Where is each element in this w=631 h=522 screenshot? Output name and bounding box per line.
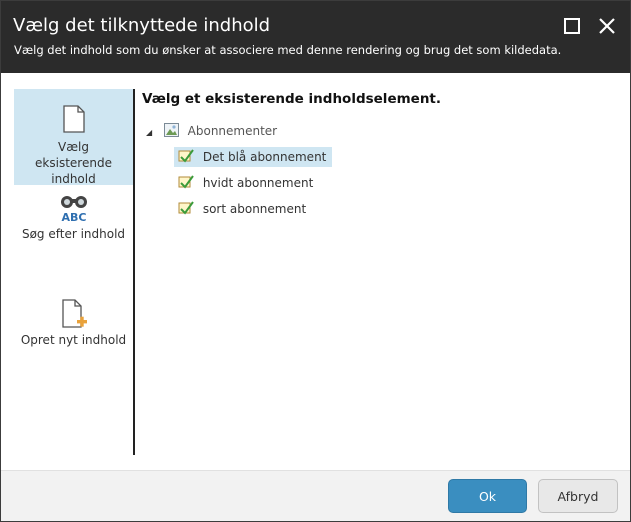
expand-arrow-icon[interactable]: ◢ <box>146 123 160 143</box>
svg-text:ABC: ABC <box>61 211 86 223</box>
cancel-button[interactable]: Afbryd <box>538 479 618 513</box>
dialog-footer: Ok Afbryd <box>1 470 630 521</box>
new-document-icon <box>61 299 87 328</box>
main-content: Vælg et eksisterende indholdselement. ◢ … <box>142 91 612 216</box>
close-icon <box>599 18 615 34</box>
dialog-body: Vælg eksisterende indhold ABC Søg efter … <box>1 73 630 470</box>
tree-node-item[interactable]: sort abonnement <box>174 199 306 219</box>
tree-node-label: hvidt abonnement <box>202 176 314 190</box>
tree-node-label: sort abonnement <box>202 202 307 216</box>
tree-node-root[interactable]: ◢ Abonnementer <box>146 121 277 141</box>
item-icon <box>178 201 194 215</box>
dialog: Vælg det tilknyttede indhold Vælg det in… <box>0 0 631 522</box>
sidebar-item-select-existing[interactable]: Vælg eksisterende indhold <box>14 89 133 186</box>
dialog-subtitle: Vælg det indhold som du ønsker at associ… <box>14 43 562 57</box>
sidebar-item-create-new[interactable]: Opret nyt indhold <box>14 299 133 379</box>
binoculars-abc-icon: ABC <box>60 196 87 223</box>
sidebar-item-label: Søg efter indhold <box>21 227 126 241</box>
ok-button[interactable]: Ok <box>448 479 527 513</box>
dialog-title: Vælg det tilknyttede indhold <box>13 15 271 36</box>
content-heading: Vælg et eksisterende indholdselement. <box>142 91 442 107</box>
tree-node-label: Det blå abonnement <box>202 150 327 164</box>
close-button[interactable] <box>596 15 618 37</box>
sidebar: Vælg eksisterende indhold ABC Søg efter … <box>14 89 135 455</box>
item-icon <box>178 175 194 189</box>
document-icon <box>62 105 85 133</box>
tree-node-label: Abonnementer <box>187 124 278 138</box>
sidebar-item-label: Vælg eksisterende indhold <box>35 140 112 186</box>
maximize-icon <box>564 18 580 34</box>
sidebar-item-search[interactable]: ABC Søg efter indhold <box>14 193 133 273</box>
dialog-header: Vælg det tilknyttede indhold Vælg det in… <box>1 1 630 73</box>
tree-node-item[interactable]: hvidt abonnement <box>174 173 313 193</box>
folder-image-icon <box>163 123 179 137</box>
maximize-button[interactable] <box>561 15 583 37</box>
item-icon <box>178 149 194 163</box>
tree-node-item[interactable]: Det blå abonnement <box>174 147 333 167</box>
sidebar-item-label: Opret nyt indhold <box>20 333 127 347</box>
